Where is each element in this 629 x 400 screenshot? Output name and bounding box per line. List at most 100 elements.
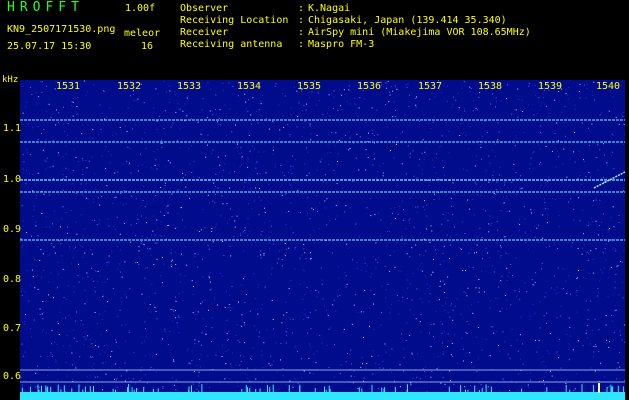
band-spike (314, 388, 316, 392)
band-spike (381, 387, 383, 392)
band-spike (188, 390, 190, 392)
spectrogram-plot (20, 80, 625, 400)
band-spike (617, 385, 619, 392)
band-spike (546, 387, 548, 392)
yellow-spike (598, 383, 600, 393)
band-spike (474, 385, 476, 392)
count-label: 16 (141, 41, 154, 52)
info-receiver-label: Receiver (180, 27, 229, 38)
band-spike (623, 386, 625, 392)
x-tick-1534: 1534 (237, 81, 262, 92)
x-tick-1531: 1531 (56, 81, 81, 92)
band-spike (569, 389, 571, 392)
band-spike (115, 389, 116, 392)
mode-label: meleor (124, 28, 161, 39)
band-spike (112, 388, 114, 392)
band-spike (93, 386, 94, 392)
band-spike (41, 385, 42, 392)
band-spike (37, 384, 39, 392)
band-spike (45, 385, 47, 392)
band-spike (329, 389, 331, 392)
x-tick-1533: 1533 (177, 81, 202, 92)
band-spike (245, 384, 247, 392)
y-tick-0-6: 0.6 (3, 371, 22, 382)
y-tick-0-9: 0.9 (3, 224, 22, 235)
band-spike (272, 384, 274, 392)
band-spike (89, 386, 91, 392)
y-tick-1-1: 1.1 (3, 123, 22, 134)
y-tick-0-8: 0.8 (3, 274, 22, 285)
app-title: HROFFT (7, 0, 84, 15)
band-spike (325, 389, 327, 392)
band-spike (128, 384, 130, 392)
band-spike (324, 386, 325, 392)
info-separator: : (298, 27, 305, 38)
band-spike (201, 384, 203, 392)
band-spike (394, 386, 396, 392)
timestamp-label: 25.07.17 15:30 (7, 41, 92, 52)
band-spike (247, 387, 248, 392)
band-spike (127, 387, 128, 392)
band-spike (467, 389, 469, 392)
band-spike (131, 387, 133, 392)
info-antenna-label: Receiving antenna (180, 39, 283, 50)
spectrogram-canvas (20, 80, 625, 400)
band-spike (490, 386, 492, 392)
band-spike (38, 389, 40, 392)
band-spike (565, 384, 567, 392)
band-spike (191, 385, 192, 392)
y-tick-1-0: 1.0 (3, 174, 22, 185)
filename-label: KN9_2507171530.png (7, 24, 116, 35)
band-spike (610, 384, 612, 392)
band-spike (50, 387, 52, 392)
band-spike (153, 389, 154, 392)
band-spike (371, 385, 373, 392)
x-tick-1540: 1540 (596, 81, 621, 92)
band-spike (485, 384, 487, 392)
band-spike (21, 387, 23, 392)
y-tick-0-7: 0.7 (3, 323, 22, 334)
band-spike (63, 385, 65, 392)
band-spike (358, 387, 360, 392)
band-spike (259, 388, 261, 392)
band-spike (465, 389, 466, 392)
info-location-label: Receiving Location (180, 15, 289, 26)
x-tick-1537: 1537 (418, 81, 443, 92)
band-spike (249, 388, 251, 392)
band-spike (133, 389, 135, 392)
x-tick-1532: 1532 (117, 81, 142, 92)
band-spike (478, 390, 480, 392)
band-spike (328, 385, 330, 392)
band-spike (521, 388, 523, 392)
x-tick-1536: 1536 (357, 81, 382, 92)
band-spike (299, 384, 301, 392)
info-observer-label: Observer (180, 3, 229, 14)
x-tick-1538: 1538 (478, 81, 503, 92)
info-antenna-value: Maspro FM-3 (308, 39, 375, 50)
bottom-band (20, 392, 625, 400)
band-spike (611, 386, 613, 392)
band-spike (78, 384, 80, 392)
band-spike (269, 387, 271, 392)
band-spike (593, 385, 595, 392)
info-separator: : (298, 15, 305, 26)
band-spike (407, 384, 408, 392)
band-spike (136, 388, 137, 392)
band-spike (71, 388, 73, 392)
band-spike (255, 388, 257, 392)
band-spike (288, 385, 290, 392)
band-spike (266, 385, 268, 392)
band-spike (84, 386, 86, 392)
x-tick-1539: 1539 (538, 81, 563, 92)
band-spike (82, 389, 84, 392)
version-label: 1.00f (125, 3, 156, 14)
band-spike (60, 389, 62, 392)
band-spike (581, 384, 583, 392)
band-spike (460, 385, 462, 392)
info-separator: : (298, 3, 305, 14)
info-separator: : (298, 39, 305, 50)
band-spike (361, 388, 363, 392)
y-axis-unit: kHz (2, 75, 19, 85)
band-spike (481, 387, 483, 392)
band-spike (143, 386, 145, 392)
